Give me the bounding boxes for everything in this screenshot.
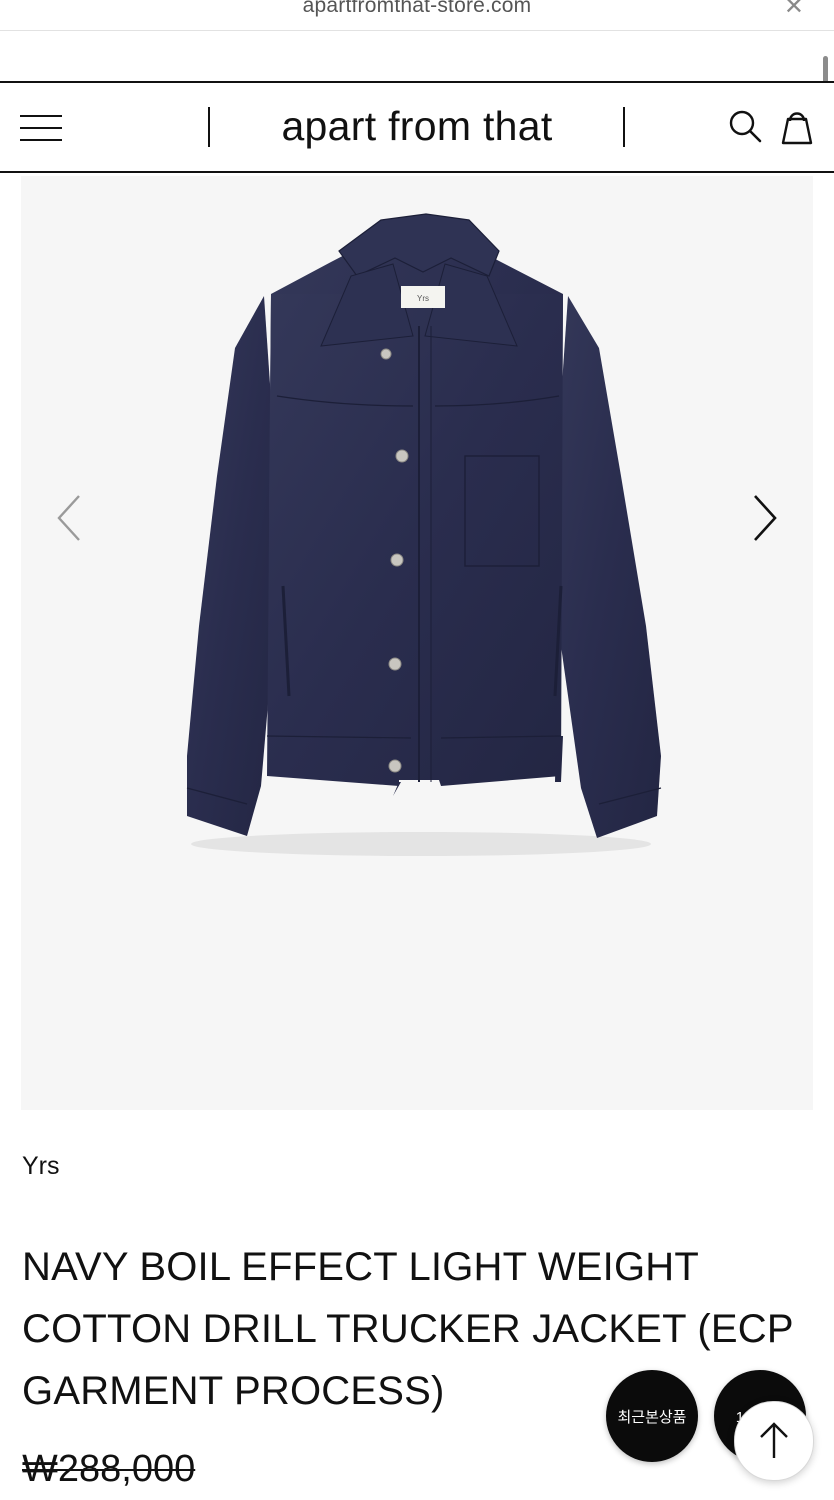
site-logo[interactable]: apart from that <box>226 103 608 150</box>
url-text[interactable]: apartfromthat-store.com <box>0 0 834 18</box>
shopping-bag-icon[interactable] <box>778 107 818 147</box>
browser-url-bar[interactable]: apartfromthat-store.com ✕ <box>0 0 834 31</box>
menu-icon[interactable] <box>20 113 64 143</box>
header-divider-right <box>623 107 625 147</box>
recently-viewed-button[interactable]: 최근본상품 <box>606 1370 698 1462</box>
search-icon[interactable] <box>726 107 766 147</box>
jacket-label-text: Yrs <box>417 294 429 303</box>
header-divider-left <box>208 107 210 147</box>
product-image-gallery[interactable]: Yrs <box>21 176 813 1110</box>
scroll-to-top-button[interactable] <box>734 1401 814 1481</box>
product-title: NAVY BOIL EFFECT LIGHT WEIGHT COTTON DRI… <box>22 1245 793 1413</box>
product-price: ₩288,000 <box>22 1448 196 1490</box>
arrow-up-icon <box>760 1422 788 1458</box>
site-header: apart from that <box>0 81 834 173</box>
product-image: Yrs <box>186 213 662 856</box>
product-brand[interactable]: Yrs <box>22 1152 60 1181</box>
chevron-left-icon[interactable] <box>51 492 91 544</box>
close-icon[interactable]: ✕ <box>784 0 804 21</box>
recently-viewed-label: 최근본상품 <box>617 1408 687 1426</box>
chevron-right-icon[interactable] <box>747 492 787 544</box>
